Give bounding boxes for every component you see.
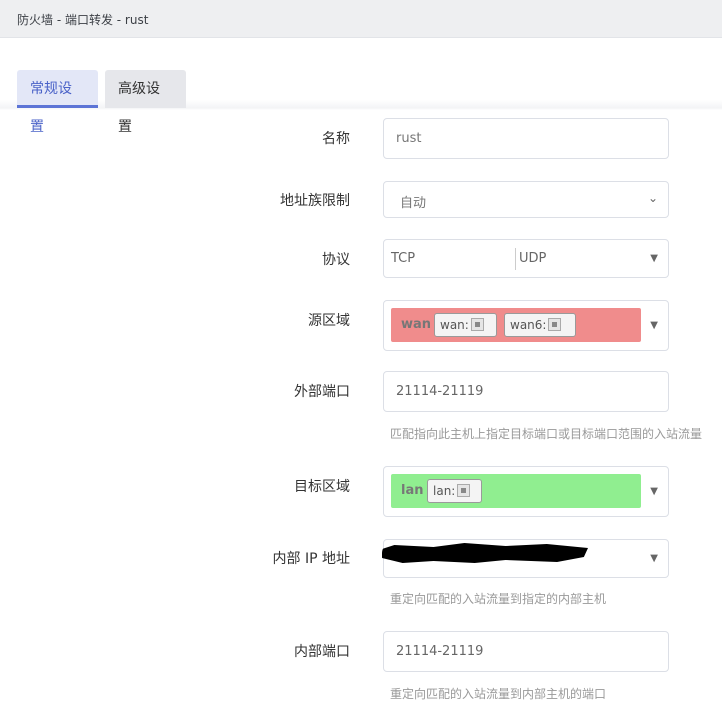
- tab-advanced[interactable]: 高级设置: [105, 70, 186, 135]
- iface-name: lan:: [433, 484, 456, 498]
- iface-name: wan6:: [510, 318, 547, 332]
- chevron-down-icon: ⌄: [647, 191, 658, 205]
- iface-badge-wan: wan:: [434, 313, 497, 337]
- internal-ip-label: 内部 IP 地址: [272, 551, 350, 567]
- network-icon: [470, 318, 484, 331]
- redaction-mark: [382, 543, 588, 563]
- caret-down-icon: ▼: [650, 253, 658, 264]
- option-divider: [515, 248, 516, 270]
- iface-badge-lan: lan:: [427, 479, 482, 503]
- tab-bar: 常规设置 高级设置: [0, 70, 722, 135]
- iface-name: wan:: [440, 318, 469, 332]
- name-label: 名称: [322, 131, 350, 147]
- protocol-option-udp[interactable]: UDP: [519, 251, 546, 266]
- src-zone-select[interactable]: wan wan: wan6: ▼: [383, 300, 669, 351]
- protocol-option-tcp[interactable]: TCP: [391, 251, 415, 266]
- ext-port-input[interactable]: 21114-21119: [383, 371, 669, 412]
- src-zone-name: wan: [401, 317, 432, 332]
- dest-zone-chip: lan lan:: [391, 474, 641, 508]
- src-zone-chip: wan wan: wan6:: [391, 308, 641, 342]
- caret-down-icon: ▼: [650, 553, 658, 564]
- ext-port-hint: 匹配指向此主机上指定目标端口或目标端口范围的入站流量: [390, 427, 703, 441]
- src-zone-label: 源区域: [308, 313, 350, 329]
- internal-port-value: 21114-21119: [396, 644, 484, 659]
- network-icon: [457, 484, 471, 497]
- internal-ip-hint: 重定向匹配的入站流量到指定的内部主机: [390, 592, 607, 606]
- ext-port-label: 外部端口: [294, 384, 350, 400]
- name-value: rust: [396, 131, 422, 146]
- protocol-select[interactable]: TCP UDP ▼: [383, 239, 669, 278]
- page-title: 防火墙 - 端口转发 - rust: [17, 13, 149, 27]
- name-input[interactable]: rust: [383, 118, 669, 159]
- family-label: 地址族限制: [280, 193, 350, 209]
- tab-general[interactable]: 常规设置: [17, 70, 98, 135]
- dest-zone-name: lan: [401, 483, 424, 498]
- caret-down-icon: ▼: [650, 486, 658, 497]
- dest-zone-select[interactable]: lan lan: ▼: [383, 466, 669, 517]
- caret-down-icon: ▼: [650, 320, 658, 331]
- title-bar: 防火墙 - 端口转发 - rust: [0, 0, 722, 38]
- iface-badge-wan6: wan6:: [504, 313, 576, 337]
- dest-zone-label: 目标区域: [294, 479, 350, 495]
- protocol-label: 协议: [322, 252, 350, 268]
- network-icon: [548, 318, 562, 331]
- internal-port-hint: 重定向匹配的入站流量到内部主机的端口: [390, 687, 607, 701]
- family-select[interactable]: 自动 ⌄: [383, 181, 669, 218]
- ext-port-value: 21114-21119: [396, 384, 484, 399]
- internal-port-label: 内部端口: [294, 644, 350, 660]
- family-value: 自动: [400, 196, 427, 211]
- internal-port-input[interactable]: 21114-21119: [383, 631, 669, 672]
